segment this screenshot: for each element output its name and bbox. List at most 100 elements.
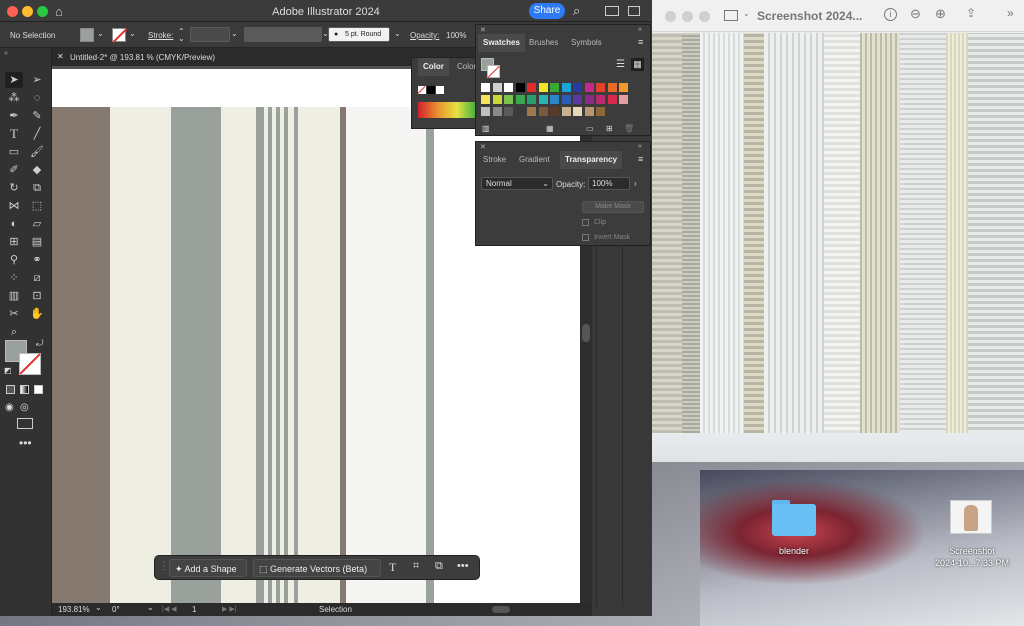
zoom-out-icon[interactable]: ⊖ — [910, 6, 921, 22]
tab-symbols[interactable]: Symbols — [566, 34, 607, 52]
stroke-label[interactable]: Stroke: — [148, 31, 173, 40]
gradient-icon[interactable]: ▤ — [28, 234, 46, 250]
library-icon[interactable]: ▥ — [482, 124, 490, 133]
rotate-icon[interactable]: ↻ — [5, 180, 23, 196]
swatch-item[interactable] — [550, 95, 559, 104]
perspective-icon[interactable]: ▱ — [28, 216, 46, 232]
hand-tool-icon[interactable]: ✋ — [28, 306, 46, 322]
swatch-item[interactable] — [515, 95, 525, 104]
swatch-item[interactable] — [573, 107, 582, 116]
swap-icon[interactable]: ⤾ — [36, 338, 44, 349]
drag-handle-icon[interactable]: ⋮ — [159, 561, 169, 572]
swatch-item[interactable] — [573, 83, 582, 92]
swatch-item[interactable] — [481, 83, 490, 92]
white-swatch[interactable] — [436, 86, 444, 94]
line-tool-icon[interactable]: ╱ — [28, 126, 46, 142]
document-tab[interactable]: Untitled-2* @ 193.81 % (CMYK/Preview) — [70, 53, 215, 62]
tab-gradient[interactable]: Gradient — [514, 151, 555, 169]
swatch-item[interactable] — [504, 83, 513, 92]
scroll-thumb[interactable] — [582, 324, 590, 342]
free-transform-icon[interactable]: ⬚ — [28, 198, 46, 214]
window-icon[interactable] — [628, 6, 640, 16]
chevron-down-icon[interactable]: ⌄ — [129, 29, 136, 38]
swatch-item[interactable] — [481, 95, 490, 104]
opacity-input[interactable]: 100% — [588, 177, 630, 190]
swatch-item[interactable] — [492, 95, 502, 104]
default-colors-icon[interactable]: ◩ — [4, 366, 12, 375]
invert-mask-checkbox[interactable] — [582, 234, 589, 241]
swatch-item[interactable] — [492, 83, 502, 92]
swatch-item[interactable] — [596, 107, 605, 116]
stroke-color-box[interactable] — [19, 353, 41, 375]
make-mask-button[interactable]: Make Mask — [582, 201, 644, 213]
add-shape-button[interactable]: ✦ Add a Shape — [169, 559, 247, 577]
swatch-item[interactable] — [619, 95, 628, 104]
swatch-item[interactable] — [550, 83, 559, 92]
chevron-down-icon[interactable]: ⌄ — [95, 603, 102, 612]
swatch-item[interactable] — [561, 83, 571, 92]
none-swatch[interactable] — [417, 86, 426, 94]
screen-mode-icon[interactable] — [17, 418, 33, 429]
swatch-item[interactable] — [538, 107, 548, 116]
swatch-item[interactable] — [527, 83, 536, 92]
stripe-cream[interactable] — [298, 107, 340, 603]
zoom-in-icon[interactable]: ⊕ — [935, 6, 946, 22]
mesh-icon[interactable]: ⊞ — [5, 234, 23, 250]
type-icon[interactable]: T — [389, 560, 396, 575]
rectangle-tool-icon[interactable]: ▭ — [5, 144, 23, 160]
close-panel-icon[interactable]: ✕ — [480, 143, 486, 151]
selection-tool-icon[interactable]: ➤ — [5, 72, 23, 88]
variable-width-profile[interactable] — [244, 27, 322, 42]
stroke-weight-input[interactable] — [190, 27, 230, 42]
zoom-level[interactable]: 193.81% — [58, 605, 90, 614]
stripe-taupe[interactable] — [52, 107, 110, 603]
lasso-icon[interactable]: ◌ — [28, 90, 46, 106]
chevron-down-icon[interactable]: ⌄ — [394, 29, 401, 38]
close-panel-icon[interactable]: ✕ — [480, 26, 486, 34]
tab-brushes[interactable]: Brushes — [524, 34, 563, 52]
sidebar-toggle-icon[interactable] — [724, 10, 738, 21]
swatch-item[interactable] — [561, 107, 571, 116]
swatch-item[interactable] — [492, 107, 502, 116]
search-icon[interactable]: ⌕ — [573, 3, 580, 19]
swatch-item[interactable] — [538, 95, 548, 104]
stripe-gray[interactable] — [426, 107, 434, 603]
swatch-item[interactable] — [619, 83, 628, 92]
info-icon[interactable]: i — [884, 8, 897, 21]
draw-behind-icon[interactable]: ◎ — [20, 402, 29, 413]
stroke-swatch[interactable] — [112, 28, 128, 43]
symbol-sprayer-icon[interactable]: ⁘ — [5, 270, 23, 286]
draw-mode-icon[interactable]: ◉ — [5, 402, 14, 413]
zoom-tool-icon[interactable]: ⌕ — [5, 324, 23, 340]
gradient-mode-icon[interactable] — [20, 385, 29, 394]
type-tool-icon[interactable]: T — [5, 126, 23, 142]
collapse-icon[interactable]: « — [4, 50, 8, 57]
magic-wand-icon[interactable]: ⁂ — [5, 90, 23, 106]
stripe-white[interactable] — [346, 107, 426, 603]
width-tool-icon[interactable]: ⋈ — [5, 198, 23, 214]
stripe-cream[interactable] — [221, 107, 256, 603]
swatch-item[interactable] — [607, 83, 617, 92]
file-label-date[interactable]: 2024-10...7.33 PM — [922, 558, 1022, 568]
slice-icon[interactable]: ⧄ — [28, 270, 46, 286]
panel-menu-icon[interactable]: ≡ — [638, 37, 643, 47]
stripe-cream[interactable] — [110, 107, 171, 603]
swatch-item[interactable] — [527, 107, 536, 116]
chevron-down-icon[interactable]: ⌄ — [147, 603, 154, 612]
stroke-stepper-icon[interactable]: ⌃ ⌄ — [178, 28, 185, 43]
artboard-nav-prev-icon[interactable]: |◀ ◀ — [162, 605, 177, 613]
swatch-item[interactable] — [584, 107, 594, 116]
chevron-right-icon[interactable]: › — [634, 179, 637, 188]
swatch-grid[interactable] — [481, 83, 631, 120]
blend-icon[interactable]: ⚭ — [28, 252, 46, 268]
swatch-item[interactable] — [550, 107, 559, 116]
shaper-icon[interactable]: ✐ — [5, 162, 23, 178]
swatch-item[interactable] — [596, 83, 605, 92]
artboard-nav-next-icon[interactable]: ▶ ▶| — [222, 605, 237, 613]
tab-transparency[interactable]: Transparency — [560, 151, 623, 169]
tab-stroke[interactable]: Stroke — [478, 151, 511, 169]
shape-builder-icon[interactable]: ◐ — [5, 216, 23, 232]
knife-icon[interactable]: ✂ — [5, 306, 23, 322]
clip-checkbox[interactable] — [582, 219, 589, 226]
pen-tool-icon[interactable]: ✒ — [5, 108, 23, 124]
